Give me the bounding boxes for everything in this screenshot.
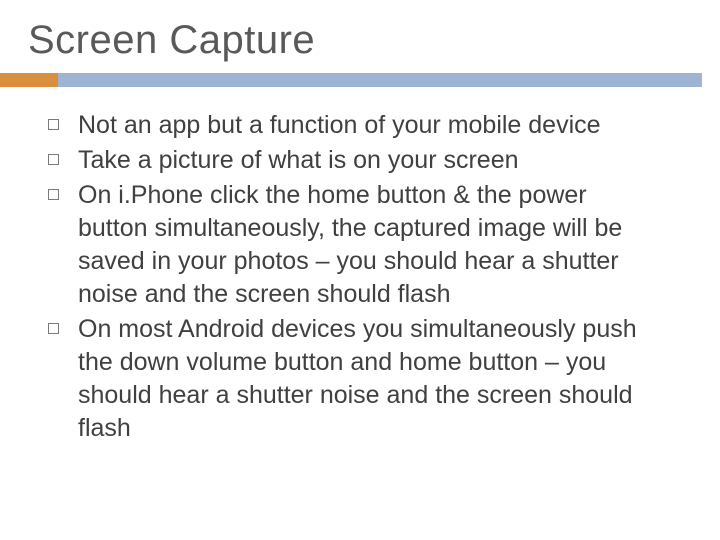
rule-accent	[0, 73, 58, 87]
content-area: Not an app but a function of your mobile…	[0, 109, 720, 445]
list-item: Take a picture of what is on your screen	[34, 144, 660, 177]
bullet-list: Not an app but a function of your mobile…	[34, 109, 660, 445]
slide-title: Screen Capture	[0, 0, 720, 73]
bullet-text: Not an app but a function of your mobile…	[78, 111, 601, 139]
bullet-text: On most Android devices you simultaneous…	[78, 315, 637, 442]
title-rule	[0, 73, 720, 87]
list-item: Not an app but a function of your mobile…	[34, 109, 660, 142]
rule-bar	[58, 73, 702, 87]
list-item: On most Android devices you simultaneous…	[34, 313, 660, 445]
slide: Screen Capture Not an app but a function…	[0, 0, 720, 540]
bullet-text: Take a picture of what is on your screen	[78, 146, 519, 174]
list-item: On i.Phone click the home button & the p…	[34, 179, 660, 311]
bullet-text: On i.Phone click the home button & the p…	[78, 181, 622, 308]
